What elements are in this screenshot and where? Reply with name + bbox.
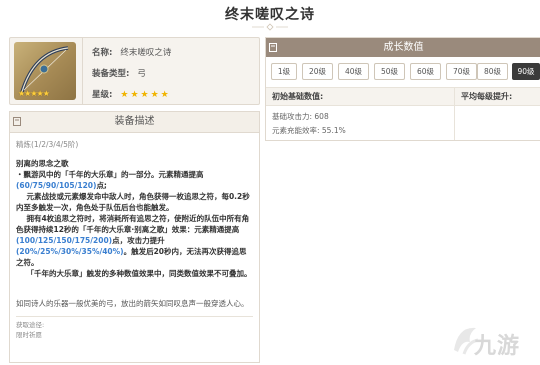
passive-title: 别离的思念之歌 bbox=[16, 159, 69, 168]
growth-header: 成长数值 bbox=[266, 38, 540, 57]
description-header: 装备描述 bbox=[10, 112, 259, 133]
source-info: 获取途径: 限时祈愿 bbox=[10, 317, 259, 340]
growth-panel: 成长数值 1级 20级 40级 50级 60级 70级 80级 90级 初始基础… bbox=[265, 37, 540, 141]
type-label: 装备类型: bbox=[92, 69, 130, 79]
base-stats-heading: 初始基础数值: bbox=[272, 92, 324, 101]
rarity-stars: ★★★★★ bbox=[120, 90, 171, 100]
type-row: 装备类型: 弓 bbox=[92, 67, 146, 79]
stat-base-attack: 基础攻击力: 608 bbox=[272, 112, 329, 121]
level-tab-1[interactable]: 1级 bbox=[271, 63, 297, 80]
chart-icon bbox=[269, 43, 277, 52]
column-divider bbox=[454, 87, 455, 140]
level-tab-70[interactable]: 70级 bbox=[446, 63, 477, 80]
passive-line-3: 拥有4枚追思之符时，将消耗所有追思之符，使附近的队伍中所有角色获得持续12秒的「… bbox=[16, 214, 250, 267]
stat-energy-recharge: 元素充能效率: 55.1% bbox=[272, 126, 346, 135]
name-value: 终末嗟叹之诗 bbox=[120, 48, 172, 58]
lore-text: 如同诗人的乐器一般优美的弓，放出的箭矢如同叹息声一般穿透人心。 bbox=[16, 299, 249, 308]
info-divider bbox=[82, 38, 83, 104]
level-tab-60[interactable]: 60级 bbox=[410, 63, 441, 80]
stats-table-header: 初始基础数值: 平均每级提升: bbox=[266, 87, 540, 106]
level-tab-80[interactable]: 80级 bbox=[477, 63, 508, 80]
source-label: 获取途径: bbox=[16, 321, 45, 329]
level-tab-40[interactable]: 40级 bbox=[338, 63, 369, 80]
level-tab-90[interactable]: 90级 bbox=[512, 63, 540, 80]
page-title: 终末嗟叹之诗 bbox=[225, 7, 315, 23]
rarity-row: 星级: ★★★★★ bbox=[92, 88, 171, 100]
per-level-heading: 平均每级提升: bbox=[461, 92, 513, 101]
passive-description: 别离的思念之歌 ・飘游风中的「千年的大乐章」的一部分。元素精通提高(60/75/… bbox=[10, 150, 259, 279]
weapon-info-panel: ★★★★★ 名称: 终末嗟叹之诗 装备类型: 弓 星级: ★★★★★ bbox=[9, 37, 260, 105]
rarity-label: 星级: bbox=[92, 90, 113, 100]
name-row: 名称: 终末嗟叹之诗 bbox=[92, 46, 171, 58]
type-value: 弓 bbox=[137, 69, 146, 79]
description-title: 装备描述 bbox=[114, 116, 155, 127]
art-rarity-stars: ★★★★★ bbox=[18, 89, 50, 98]
name-label: 名称: bbox=[92, 48, 113, 58]
weapon-image: ★★★★★ bbox=[14, 42, 76, 100]
source-value: 限时祈愿 bbox=[16, 331, 42, 339]
passive-line-2: 元素战技或元素爆发命中敌人时，角色获得一枚追思之符，每0.2秒内至多触发一次，角… bbox=[16, 192, 250, 212]
level-tab-50[interactable]: 50级 bbox=[374, 63, 405, 80]
watermark-text: 九游 bbox=[474, 334, 521, 359]
passive-line-4: 「千年的大乐章」触发的多种数值效果中，同类数值效果不可叠加。 bbox=[26, 269, 252, 278]
description-panel: 装备描述 精炼(1/2/3/4/5阶) 别离的思念之歌 ・飘游风中的「千年的大乐… bbox=[9, 111, 260, 363]
title-ornament bbox=[252, 23, 288, 31]
book-icon bbox=[13, 117, 21, 126]
refinement-levels[interactable]: 精炼(1/2/3/4/5阶) bbox=[10, 133, 259, 150]
level-tab-20[interactable]: 20级 bbox=[302, 63, 333, 80]
passive-line-1: ・飘游风中的「千年的大乐章」的一部分。元素精通提高(60/75/90/105/1… bbox=[16, 170, 204, 190]
growth-title: 成长数值 bbox=[383, 42, 424, 53]
